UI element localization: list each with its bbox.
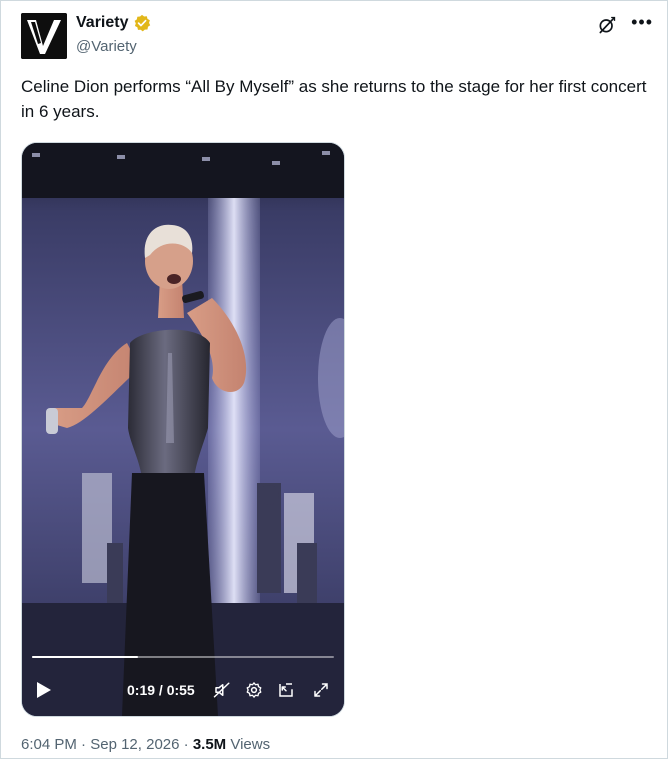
views-count: 3.5M (192, 736, 227, 753)
more-icon[interactable]: ••• (631, 13, 653, 31)
header-actions: ••• (597, 13, 653, 35)
play-icon[interactable] (36, 681, 52, 699)
settings-gear-icon[interactable] (245, 681, 263, 699)
variety-logo (21, 13, 67, 59)
tweet-text: Celine Dion performs “All By Myself” as … (21, 77, 647, 121)
video-frame (22, 143, 344, 716)
author-handle[interactable]: @Variety (76, 38, 137, 55)
video-time: 0:19 / 0:55 (127, 682, 195, 698)
meta-separator-2: · (179, 736, 193, 753)
tweet-card: Variety @Variety ••• Celine Dion perform… (0, 0, 668, 759)
fullscreen-icon[interactable] (312, 681, 330, 699)
tweet-date[interactable]: Sep 12, 2026 (90, 736, 179, 753)
video-progress-fill (32, 656, 138, 658)
video-controls: 0:19 / 0:55 (22, 671, 344, 707)
video-player[interactable]: 0:19 / 0:55 (21, 142, 345, 717)
picture-in-picture-icon[interactable] (277, 681, 295, 699)
avatar[interactable] (21, 13, 67, 59)
tweet-time[interactable]: 6:04 PM (21, 736, 77, 753)
verified-badge-icon (135, 14, 151, 32)
mute-icon[interactable] (213, 681, 231, 699)
views-label: Views (230, 736, 271, 753)
video-progress-bar[interactable] (32, 656, 334, 658)
meta-separator: · (76, 736, 91, 753)
grok-icon[interactable] (597, 15, 617, 35)
tweet-meta: 6:04 PM · Sep 12, 2026 · 3.5M Views (21, 736, 270, 753)
author-name-row: Variety (76, 14, 151, 32)
author-name[interactable]: Variety (76, 14, 128, 32)
